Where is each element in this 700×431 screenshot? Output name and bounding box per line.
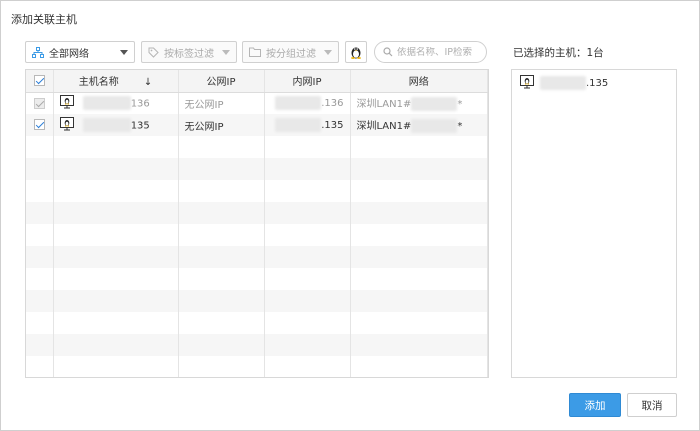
network-suffix: * — [457, 99, 463, 111]
private-ip-suffix: .136 — [321, 98, 344, 110]
empty-row — [26, 268, 488, 290]
search-icon — [383, 47, 393, 57]
folder-icon — [249, 47, 261, 57]
selected-hosts-panel: .135 — [511, 69, 677, 378]
column-header-hostname[interactable]: 主机名称 ↓ — [53, 70, 179, 93]
network-redacted — [411, 119, 458, 133]
private-ip-redacted — [275, 118, 322, 132]
sort-arrow-icon: ↓ — [143, 77, 153, 89]
select-all-cell[interactable] — [26, 70, 54, 93]
search-input[interactable] — [397, 46, 482, 58]
add-button[interactable]: 添加 — [569, 393, 621, 417]
linux-penguin-icon — [351, 47, 361, 59]
group-filter-select[interactable]: 按分组过滤 — [242, 41, 339, 63]
linux-filter-button[interactable] — [345, 41, 367, 63]
selected-host-redacted — [540, 76, 586, 90]
chevron-down-icon — [120, 49, 128, 55]
add-associated-host-dialog: 添加关联主机 全部网络 按标签过滤 按分组过滤 依据名称、IP检索 主机名称 ↓… — [0, 0, 700, 431]
column-header-network: 网络 — [350, 70, 488, 93]
empty-row — [26, 224, 488, 246]
network-tree-icon — [32, 46, 44, 58]
table-header-row: 主机名称 ↓ 公网IP 内网IP 网络 — [26, 70, 488, 93]
cancel-button[interactable]: 取消 — [627, 393, 677, 417]
empty-row — [26, 136, 488, 158]
tag-filter-placeholder: 按标签过滤 — [164, 48, 214, 60]
group-filter-placeholder: 按分组过滤 — [266, 48, 316, 60]
empty-row — [26, 246, 488, 268]
row-checkbox[interactable] — [33, 119, 45, 131]
tag-icon — [148, 47, 159, 58]
table-row[interactable]: 135 无公网IP .135 深圳LAN1# * — [26, 114, 488, 136]
select-all-checkbox[interactable] — [33, 75, 45, 86]
empty-row — [26, 334, 488, 356]
hostname-redacted — [82, 96, 131, 111]
column-header-public-ip: 公网IP — [178, 70, 265, 93]
tag-filter-select[interactable]: 按标签过滤 — [141, 41, 237, 63]
linux-host-icon — [59, 116, 74, 134]
private-ip-redacted — [275, 96, 322, 111]
empty-row — [26, 356, 488, 377]
hostname-suffix: 135 — [130, 120, 150, 131]
selected-hosts-title: 已选择的主机：1台 — [513, 47, 604, 59]
selected-host-item[interactable]: .135 — [520, 74, 668, 92]
public-ip-cell: 无公网IP — [178, 114, 265, 136]
column-header-private-ip: 内网IP — [264, 70, 351, 93]
public-ip-cell: 无公网IP — [178, 92, 265, 114]
network-select-value: 全部网络 — [49, 48, 89, 60]
dialog-title: 添加关联主机 — [11, 13, 77, 26]
linux-host-icon — [59, 94, 74, 112]
empty-row — [26, 158, 488, 180]
selected-host-suffix: .135 — [586, 77, 609, 89]
chevron-down-icon — [222, 49, 230, 55]
host-table: 主机名称 ↓ 公网IP 内网IP 网络 136 无公网IP .136 深圳LAN… — [25, 69, 489, 378]
network-select[interactable]: 全部网络 — [25, 41, 135, 63]
network-prefix: 深圳LAN1# — [356, 121, 412, 132]
empty-row — [26, 312, 488, 334]
private-ip-suffix: .135 — [321, 120, 344, 131]
table-row[interactable]: 136 无公网IP .136 深圳LAN1# * — [26, 92, 488, 114]
empty-row — [26, 202, 488, 224]
network-suffix: * — [457, 121, 463, 132]
empty-row — [26, 290, 488, 312]
hostname-redacted — [82, 118, 131, 132]
chevron-down-icon — [324, 49, 332, 55]
network-redacted — [411, 97, 458, 112]
hostname-suffix: 136 — [130, 98, 150, 110]
search-box[interactable] — [374, 41, 487, 63]
linux-host-icon — [520, 74, 534, 92]
empty-row — [26, 180, 488, 202]
network-prefix: 深圳LAN1# — [356, 99, 412, 111]
row-checkbox[interactable] — [33, 97, 45, 109]
